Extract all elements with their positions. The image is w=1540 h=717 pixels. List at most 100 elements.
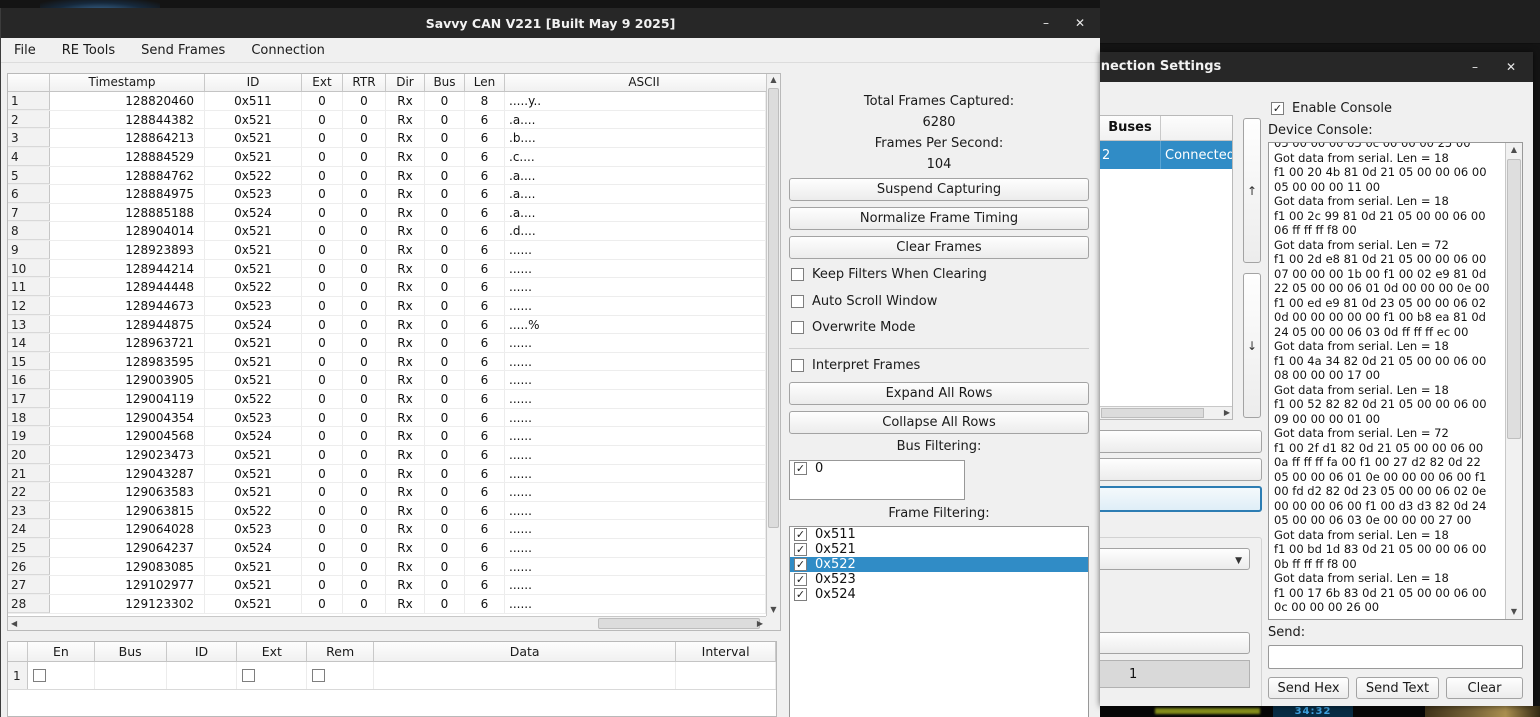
rem-cell[interactable]: [307, 662, 374, 689]
main-titlebar[interactable]: Savvy CAN V221 [Built May 9 2025] – ✕: [1, 8, 1100, 38]
frame-row[interactable]: 171290041190x52200Rx06......: [8, 390, 766, 409]
column-header-rtr[interactable]: RTR: [343, 74, 386, 91]
frame-row[interactable]: 61288849750x52300Rx06.a....: [8, 185, 766, 204]
buses-horizontal-scrollbar[interactable]: ▶: [1100, 406, 1232, 419]
interval-cell[interactable]: [676, 662, 776, 689]
checkbox-checked-icon[interactable]: ✓: [794, 558, 807, 571]
send-column-header-en[interactable]: En: [28, 642, 95, 661]
checkbox-checked-icon[interactable]: ✓: [794, 462, 807, 475]
scroll-left-icon[interactable]: ◀: [11, 620, 17, 628]
frame-row[interactable]: 221290635830x52100Rx06......: [8, 483, 766, 502]
connection-action-button-1[interactable]: [1100, 430, 1262, 453]
horizontal-scroll-thumb[interactable]: [598, 618, 760, 629]
device-console[interactable]: 05 00 00 00 05 0c 00 00 00 25 00Got data…: [1268, 142, 1523, 620]
connection-action-button-3[interactable]: [1100, 486, 1262, 512]
send-hex-button[interactable]: Send Hex: [1268, 677, 1349, 699]
frame-row[interactable]: 21288443820x52100Rx06.a....: [8, 111, 766, 130]
frame-row[interactable]: 241290640280x52300Rx06......: [8, 520, 766, 539]
suspend-capturing-button[interactable]: Suspend Capturing: [789, 178, 1089, 201]
expand-all-rows-button[interactable]: Expand All Rows: [789, 382, 1089, 405]
checkbox-checked-icon[interactable]: ✓: [1271, 102, 1284, 115]
scroll-up-icon[interactable]: ▲: [767, 76, 780, 84]
checkbox-icon[interactable]: [791, 321, 804, 334]
enable-checkbox-icon[interactable]: [33, 669, 46, 682]
bus-cell[interactable]: [95, 662, 167, 689]
data-cell[interactable]: [374, 662, 676, 689]
send-text-button[interactable]: Send Text: [1356, 677, 1439, 699]
console-scroll-thumb[interactable]: [1507, 159, 1521, 439]
buses-scroll-thumb[interactable]: [1101, 408, 1204, 418]
keep-filters-when-clearing-checkbox[interactable]: Keep Filters When Clearing: [791, 267, 987, 282]
frame-row[interactable]: 131289448750x52400Rx06.....%: [8, 316, 766, 335]
frame-row[interactable]: 151289835950x52100Rx06......: [8, 353, 766, 372]
frame-row[interactable]: 11288204600x51100Rx08.....y..: [8, 92, 766, 111]
frame-filter-item[interactable]: ✓0x521: [790, 542, 1088, 557]
clear-frames-button[interactable]: Clear Frames: [789, 236, 1089, 259]
frame-row[interactable]: 41288845290x52100Rx06.c....: [8, 148, 766, 167]
checkbox-checked-icon[interactable]: ✓: [794, 573, 807, 586]
rem-checkbox-icon[interactable]: [312, 669, 325, 682]
menu-file[interactable]: File: [1, 38, 49, 62]
column-header-bus[interactable]: Bus: [425, 74, 465, 91]
frame-row[interactable]: 201290234730x52100Rx06......: [8, 446, 766, 465]
frame-row[interactable]: 121289446730x52300Rx06......: [8, 297, 766, 316]
vertical-scroll-thumb[interactable]: [768, 88, 779, 528]
scroll-right-icon[interactable]: ▶: [757, 620, 763, 628]
ext-checkbox-icon[interactable]: [242, 669, 255, 682]
frame-filter-item[interactable]: ✓0x511: [790, 527, 1088, 542]
minimize-button[interactable]: –: [1036, 14, 1056, 32]
frame-row[interactable]: 51288847620x52200Rx06.a....: [8, 167, 766, 186]
frame-row[interactable]: 271291029770x52100Rx06......: [8, 576, 766, 595]
menu-connection[interactable]: Connection: [238, 38, 338, 62]
id-cell[interactable]: [167, 662, 238, 689]
column-header-ascii[interactable]: ASCII: [505, 74, 780, 91]
scroll-right-icon[interactable]: ▶: [1224, 409, 1230, 417]
send-column-header-data[interactable]: Data: [374, 642, 676, 661]
frame-row[interactable]: 101289442140x52100Rx06......: [8, 260, 766, 279]
bus-count-field[interactable]: 1: [1100, 660, 1250, 688]
frame-row[interactable]: 181290043540x52300Rx06......: [8, 409, 766, 428]
checkbox-icon[interactable]: [791, 359, 804, 372]
collapse-all-rows-button[interactable]: Collapse All Rows: [789, 411, 1089, 434]
frame-filter-item[interactable]: ✓0x523: [790, 572, 1088, 587]
connection-minimize-button[interactable]: –: [1465, 58, 1485, 76]
overwrite-mode-checkbox[interactable]: Overwrite Mode: [791, 320, 916, 335]
send-column-header-id[interactable]: ID: [167, 642, 238, 661]
frame-row[interactable]: 141289637210x52100Rx06......: [8, 334, 766, 353]
frame-row[interactable]: 211290432870x52100Rx06......: [8, 465, 766, 484]
connection-type-dropdown[interactable]: ▼: [1100, 548, 1250, 570]
connection-titlebar[interactable]: Connection Settings – ✕: [1100, 52, 1533, 82]
frame-row[interactable]: 191290045680x52400Rx06......: [8, 427, 766, 446]
buses-column-header[interactable]: Buses: [1100, 116, 1161, 140]
send-table-row[interactable]: 1: [8, 662, 776, 690]
connection-action-button-2[interactable]: [1100, 458, 1262, 481]
send-column-header-rem[interactable]: Rem: [307, 642, 374, 661]
interpret-frames-checkbox[interactable]: Interpret Frames: [791, 358, 920, 373]
console-scrollbar[interactable]: ▲ ▼: [1505, 143, 1522, 619]
frame-row[interactable]: 261290830850x52100Rx06......: [8, 558, 766, 577]
move-up-button[interactable]: ↑: [1243, 118, 1261, 263]
bus-filter-item[interactable]: ✓0: [790, 461, 964, 476]
frame-row[interactable]: 281291233020x52100Rx06......: [8, 595, 766, 614]
send-column-header-bus[interactable]: Bus: [95, 642, 167, 661]
checkbox-checked-icon[interactable]: ✓: [794, 588, 807, 601]
frame-filter-item[interactable]: ✓0x524: [790, 587, 1088, 602]
console-clear-button[interactable]: Clear: [1446, 677, 1523, 699]
frame-filter-item[interactable]: ✓0x522: [790, 557, 1088, 572]
scroll-down-icon[interactable]: ▼: [1506, 608, 1522, 616]
checkbox-icon[interactable]: [791, 268, 804, 281]
frame-row[interactable]: 81289040140x52100Rx06.d....: [8, 222, 766, 241]
enable-console-checkbox[interactable]: ✓ Enable Console: [1271, 101, 1392, 116]
send-input[interactable]: [1268, 645, 1523, 669]
move-down-button[interactable]: ↓: [1243, 273, 1261, 418]
scroll-down-icon[interactable]: ▼: [767, 606, 780, 614]
column-header-ext[interactable]: Ext: [302, 74, 343, 91]
bus-filter-list[interactable]: ✓0: [789, 460, 965, 500]
frames-table-vertical-scrollbar[interactable]: ▲ ▼: [766, 74, 780, 616]
connection-close-button[interactable]: ✕: [1501, 58, 1521, 76]
send-column-header-ext[interactable]: Ext: [237, 642, 307, 661]
connection-action-button-4[interactable]: [1100, 632, 1250, 654]
frame-row[interactable]: 231290638150x52200Rx06......: [8, 502, 766, 521]
menu-send-frames[interactable]: Send Frames: [128, 38, 238, 62]
connection-row[interactable]: 2 Connected: [1100, 141, 1232, 169]
